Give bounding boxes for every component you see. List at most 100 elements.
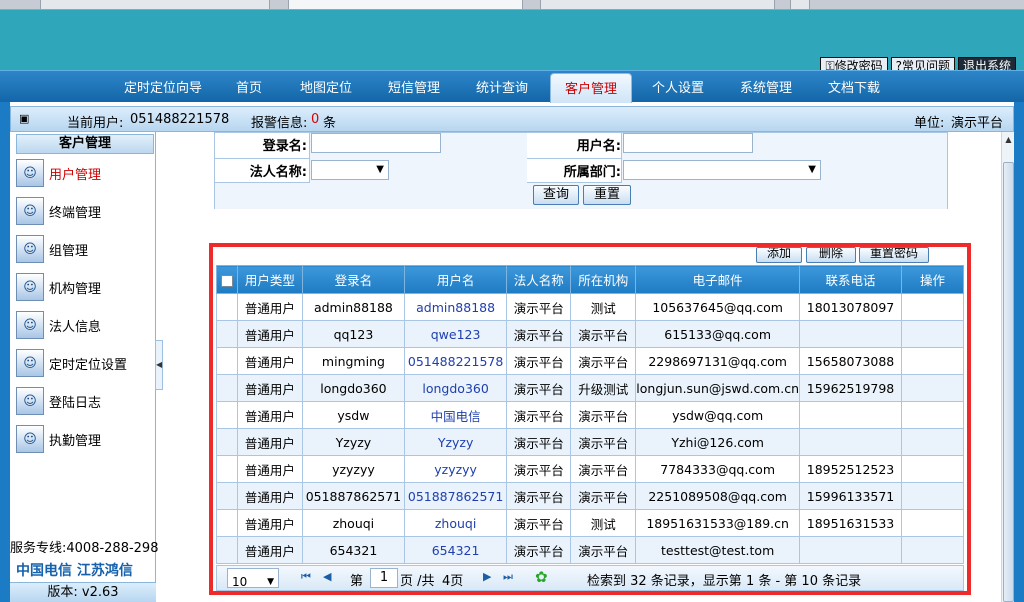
nav-customer-manage[interactable]: 客户管理 <box>550 73 633 103</box>
add-button[interactable]: 添加 <box>756 247 802 263</box>
cell-legal-name: 演示平台 <box>506 293 572 321</box>
cell-action[interactable] <box>901 482 964 510</box>
nav-doc-download[interactable]: 文档下载 <box>828 77 880 96</box>
last-page-icon[interactable]: ⏭ <box>503 570 513 584</box>
vertical-scrollbar[interactable]: ▲ <box>1001 132 1014 602</box>
col-email[interactable]: 电子邮件 <box>635 265 800 294</box>
cell-user-name[interactable]: 051488221578 <box>404 347 508 375</box>
col-user-type[interactable]: 用户类型 <box>236 265 303 294</box>
row-select-cell[interactable] <box>216 320 238 348</box>
cell-user-name[interactable]: zhouqi <box>404 509 508 537</box>
cell-action[interactable] <box>901 509 964 537</box>
page-number-input[interactable]: 1 <box>370 568 398 588</box>
scroll-up-arrow-icon[interactable]: ▲ <box>1003 135 1014 147</box>
cell-user-name[interactable]: longdo360 <box>404 374 508 402</box>
cell-action[interactable] <box>901 374 964 402</box>
browser-tab-active[interactable] <box>288 0 523 10</box>
select-all-checkbox[interactable] <box>220 274 233 287</box>
row-select-cell[interactable] <box>216 428 238 456</box>
sidebar-item-terminal-manage[interactable]: ☺ 终端管理 <box>16 196 154 226</box>
nav-statistics[interactable]: 统计查询 <box>476 77 528 96</box>
table-row[interactable]: 普通用户 051887862571 051887862571 演示平台 演示平台 2251… <box>216 482 964 510</box>
nav-map-locate[interactable]: 地图定位 <box>300 77 352 96</box>
dept-select[interactable]: ▼ <box>623 160 821 180</box>
legal-name-select[interactable]: ▼ <box>311 160 389 180</box>
delete-button[interactable]: 删除 <box>806 247 856 263</box>
table-row[interactable]: 普通用户 Yzyzy Yzyzy 演示平台 演示平台 Yzhi@126.com <box>216 428 964 456</box>
table-row[interactable]: 普通用户 qq123 qwe123 演示平台 演示平台 615133@qq.com <box>216 320 964 348</box>
cell-action[interactable] <box>901 455 964 483</box>
reset-button[interactable]: 重置 <box>583 185 631 205</box>
select-all-cell[interactable] <box>216 265 238 294</box>
row-select-cell[interactable] <box>216 536 238 564</box>
table-row[interactable]: 普通用户 yzyzyy yzyzyy 演示平台 演示平台 7784333@qq.com 18… <box>216 455 964 483</box>
cell-user-name[interactable]: Yzyzy <box>404 428 508 456</box>
page-size-select[interactable]: 10 ▼ <box>227 568 279 589</box>
nav-personal-settings[interactable]: 个人设置 <box>652 77 704 96</box>
next-page-icon[interactable]: ▶ <box>483 570 491 583</box>
cell-action[interactable] <box>901 428 964 456</box>
query-button[interactable]: 查询 <box>533 185 579 205</box>
new-tab-button[interactable] <box>790 0 810 10</box>
table-row[interactable]: 普通用户 admin88188 admin88188 演示平台 测试 105637645@… <box>216 293 964 321</box>
login-name-input[interactable] <box>311 133 441 153</box>
cell-action[interactable] <box>901 320 964 348</box>
cell-email: testtest@test.tom <box>635 536 800 564</box>
cell-email: 105637645@qq.com <box>635 293 800 321</box>
col-action[interactable]: 操作 <box>901 265 964 294</box>
row-select-cell[interactable] <box>216 401 238 429</box>
row-select-cell[interactable] <box>216 509 238 537</box>
alarm-count[interactable]: 0 <box>311 112 319 127</box>
col-login-name[interactable]: 登录名 <box>301 265 406 294</box>
cell-action[interactable] <box>901 536 964 564</box>
cell-user-name[interactable]: 中国电信 <box>404 401 508 429</box>
nav-home[interactable]: 首页 <box>236 77 262 96</box>
browser-tab[interactable] <box>540 0 775 10</box>
prev-page-icon[interactable]: ◀ <box>323 570 331 583</box>
col-phone[interactable]: 联系电话 <box>798 265 903 294</box>
col-org[interactable]: 所在机构 <box>570 265 637 294</box>
cell-user-name[interactable]: 051887862571 <box>404 482 508 510</box>
row-select-cell[interactable] <box>216 455 238 483</box>
nav-system-manage[interactable]: 系统管理 <box>740 77 792 96</box>
menu-toggle-icon[interactable]: ▣ <box>19 112 29 125</box>
col-user-name[interactable]: 用户名 <box>404 265 508 294</box>
login-name-label: 登录名: <box>262 139 307 154</box>
sidebar-item-timer-locate[interactable]: ☺ 定时定位设置 <box>16 348 154 378</box>
table-row[interactable]: 普通用户 zhouqi zhouqi 演示平台 测试 18951631533@189.cn… <box>216 509 964 537</box>
cell-user-name[interactable]: 654321 <box>404 536 508 564</box>
cell-user-name[interactable]: qwe123 <box>404 320 508 348</box>
chevron-down-icon: ▼ <box>267 577 274 587</box>
cell-user-name[interactable]: admin88188 <box>404 293 508 321</box>
sidebar-item-group-manage[interactable]: ☺ 组管理 <box>16 234 154 264</box>
row-select-cell[interactable] <box>216 347 238 375</box>
browser-tab[interactable] <box>40 0 270 10</box>
row-select-cell[interactable] <box>216 374 238 402</box>
row-select-cell[interactable] <box>216 482 238 510</box>
sidebar-collapse-handle[interactable]: ◀ <box>155 340 163 390</box>
table-row[interactable]: 普通用户 654321 654321 演示平台 演示平台 testtest@test.to… <box>216 536 964 564</box>
cell-user-name[interactable]: yzyzyy <box>404 455 508 483</box>
table-row[interactable]: 普通用户 longdo360 longdo360 演示平台 升级测试 longjun.su… <box>216 374 964 402</box>
nav-timer-locate-wizard[interactable]: 定时定位向导 <box>124 77 202 96</box>
cell-action[interactable] <box>901 347 964 375</box>
sidebar-item-user-manage[interactable]: ☺ 用户管理 <box>16 158 154 188</box>
reset-password-button[interactable]: 重置密码 <box>859 247 929 263</box>
user-name-input[interactable] <box>623 133 753 153</box>
table-row[interactable]: 普通用户 ysdw 中国电信 演示平台 演示平台 ysdw@qq.com <box>216 401 964 429</box>
row-select-cell[interactable] <box>216 293 238 321</box>
sidebar-item-login-log[interactable]: ☺ 登陆日志 <box>16 386 154 416</box>
sidebar-item-legal-info[interactable]: ☺ 法人信息 <box>16 310 154 340</box>
sidebar-item-org-manage[interactable]: ☺ 机构管理 <box>16 272 154 302</box>
scroll-thumb[interactable] <box>1003 162 1014 602</box>
nav-sms-manage[interactable]: 短信管理 <box>388 77 440 96</box>
table-row[interactable]: 普通用户 mingming 051488221578 演示平台 演示平台 22986971… <box>216 347 964 375</box>
header-banner: ⚿修改密码 ?常见问题 退出系统 <box>0 10 1024 75</box>
cell-org: 演示平台 <box>570 428 637 456</box>
cell-action[interactable] <box>901 293 964 321</box>
first-page-icon[interactable]: ⏮ <box>301 570 311 584</box>
sidebar-item-duty-manage[interactable]: ☺ 执勤管理 <box>16 424 154 454</box>
col-legal-name[interactable]: 法人名称 <box>506 265 572 294</box>
cell-action[interactable] <box>901 401 964 429</box>
refresh-icon[interactable]: ✿ <box>535 568 548 586</box>
